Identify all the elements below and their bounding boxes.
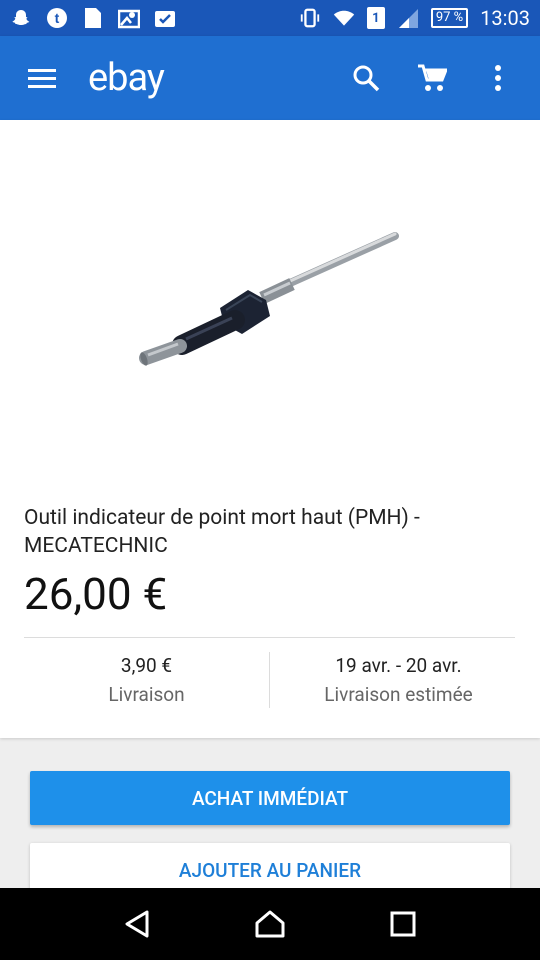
cart-icon[interactable] (410, 56, 454, 100)
delivery-dates: 19 avr. - 20 avr. (335, 654, 462, 677)
battery-indicator: 97 % (430, 8, 469, 28)
buy-now-button[interactable]: ACHAT IMMÉDIAT (30, 771, 510, 825)
app-bar: ebay (0, 36, 540, 120)
shipping-cost-block: 3,90 € Livraison (24, 652, 269, 710)
snapchat-icon (10, 7, 32, 29)
delivery-block: 19 avr. - 20 avr. Livraison estimée (276, 652, 521, 710)
signal-icon (397, 7, 419, 29)
clock: 13:03 (480, 6, 530, 30)
recents-icon[interactable] (373, 894, 433, 954)
sim-icon: 1 (366, 7, 385, 29)
navigation-bar (0, 888, 540, 960)
product-price: 26,00 € (24, 568, 168, 620)
hamburger-menu-icon[interactable] (20, 56, 64, 100)
status-bar: t 1 97 % 13:03 (0, 0, 540, 36)
shipping-label: Livraison (108, 683, 185, 706)
home-icon[interactable] (240, 894, 300, 954)
more-vert-icon[interactable] (476, 56, 520, 100)
shipping-cost: 3,90 € (120, 654, 173, 677)
search-icon[interactable] (344, 56, 388, 100)
product-title: Outil indicateur de point mort haut (PMH… (24, 506, 420, 558)
vibrate-icon (299, 7, 321, 29)
back-icon[interactable] (107, 894, 167, 954)
map-icon (118, 7, 140, 29)
product-image[interactable] (0, 120, 540, 490)
wifi-icon (333, 7, 355, 29)
divider (24, 637, 515, 638)
system-status: 1 97 % 13:03 (299, 6, 530, 30)
file-icon (82, 7, 104, 29)
delivery-label: Livraison estimée (324, 683, 473, 706)
vertical-divider (269, 652, 270, 708)
ebay-logo[interactable]: ebay (88, 56, 165, 100)
app-bar-actions (344, 56, 520, 100)
notification-icons: t (10, 7, 176, 29)
svg-text:t: t (55, 10, 60, 26)
tumblr-icon: t (46, 7, 68, 29)
task-icon (154, 7, 176, 29)
product-card: Outil indicateur de point mort haut (PMH… (0, 120, 540, 738)
